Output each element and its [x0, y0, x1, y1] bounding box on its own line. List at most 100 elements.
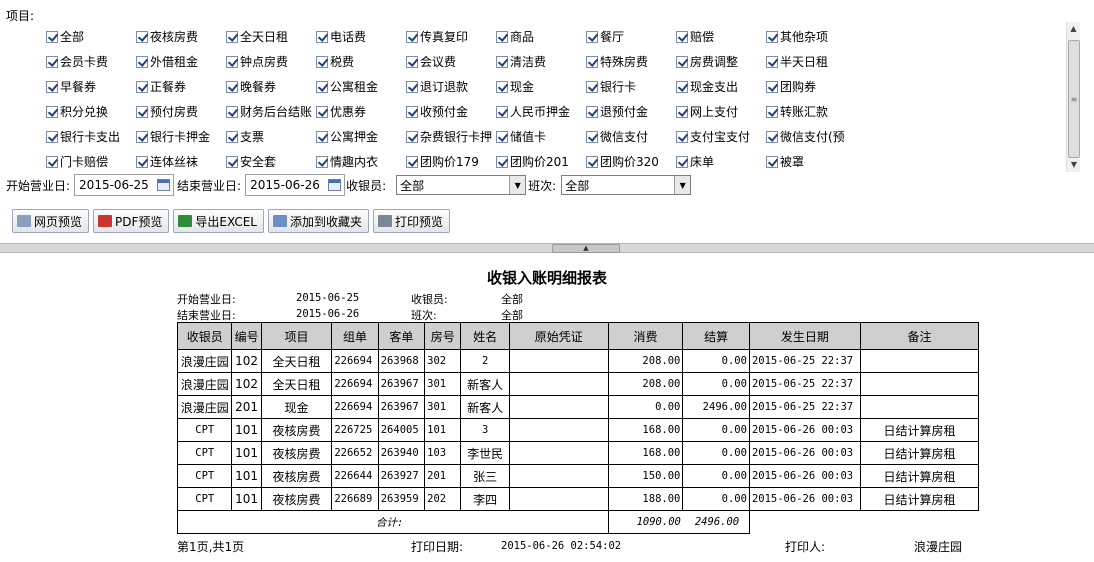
checkmark-icon[interactable]	[226, 130, 238, 143]
scroll-thumb[interactable]: ≡	[1068, 40, 1080, 158]
web-preview-button[interactable]: 网页预览	[12, 209, 90, 233]
checkmark-icon[interactable]	[226, 80, 238, 93]
item-checkbox[interactable]: 外借租金	[136, 49, 226, 74]
item-checkbox[interactable]: 正餐券	[136, 74, 226, 99]
item-checkbox[interactable]: 商品	[496, 24, 586, 49]
checkmark-icon[interactable]	[676, 155, 688, 168]
item-checkbox[interactable]: 团购价179	[406, 149, 496, 172]
checkmark-icon[interactable]	[766, 80, 778, 93]
checkmark-icon[interactable]	[586, 30, 598, 43]
checkmark-icon[interactable]	[46, 80, 58, 93]
item-checkbox[interactable]: 床单	[676, 149, 766, 172]
item-checkbox[interactable]: 现金	[496, 74, 586, 99]
item-checkbox[interactable]: 房费调整	[676, 49, 766, 74]
item-checkbox[interactable]: 钟点房费	[226, 49, 316, 74]
checkmark-icon[interactable]	[766, 155, 778, 168]
end-date-input[interactable]: 2015-06-26	[245, 174, 346, 196]
item-checkbox[interactable]: 支付宝支付	[676, 124, 766, 149]
checkmark-icon[interactable]	[406, 130, 418, 143]
checkmark-icon[interactable]	[46, 130, 58, 143]
checkmark-icon[interactable]	[676, 105, 688, 118]
collapse-up-icon[interactable]: ▲	[552, 244, 620, 253]
item-checkbox[interactable]: 支票	[226, 124, 316, 149]
item-checkbox[interactable]: 赔偿	[676, 24, 766, 49]
checkmark-icon[interactable]	[496, 105, 508, 118]
item-checkbox[interactable]: 连体丝袜	[136, 149, 226, 172]
item-checkbox[interactable]: 特殊房费	[586, 49, 676, 74]
item-checkbox[interactable]: 公寓租金	[316, 74, 406, 99]
item-checkbox[interactable]: 清洁费	[496, 49, 586, 74]
export-excel-button[interactable]: 导出EXCEL	[173, 209, 264, 233]
checkmark-icon[interactable]	[496, 55, 508, 68]
checkmark-icon[interactable]	[226, 105, 238, 118]
item-checkbox[interactable]: 积分兑换	[46, 99, 136, 124]
checkmark-icon[interactable]	[676, 130, 688, 143]
item-checkbox[interactable]: 传真复印	[406, 24, 496, 49]
item-checkbox[interactable]: 银行卡	[586, 74, 676, 99]
item-checkbox[interactable]: 门卡赔偿	[46, 149, 136, 172]
checkmark-icon[interactable]	[136, 55, 148, 68]
item-checkbox[interactable]: 微信支付(预	[766, 124, 856, 149]
item-checkbox[interactable]: 半天日租	[766, 49, 856, 74]
scroll-up-icon[interactable]: ▲	[1067, 22, 1080, 36]
cashier-select[interactable]: 全部 ▼	[396, 175, 527, 195]
item-checkbox[interactable]: 团购券	[766, 74, 856, 99]
item-checkbox[interactable]: 全天日租	[226, 24, 316, 49]
item-checkbox[interactable]: 税费	[316, 49, 406, 74]
checkmark-icon[interactable]	[226, 155, 238, 168]
item-checkbox[interactable]: 银行卡押金	[136, 124, 226, 149]
item-checkbox[interactable]: 其他杂项	[766, 24, 856, 49]
item-checkbox[interactable]: 预付房费	[136, 99, 226, 124]
pdf-preview-button[interactable]: PDF预览	[93, 209, 170, 233]
item-checkbox[interactable]: 网上支付	[676, 99, 766, 124]
shift-select[interactable]: 全部 ▼	[561, 175, 692, 195]
item-checkbox[interactable]: 公寓押金	[316, 124, 406, 149]
scroll-down-icon[interactable]: ▼	[1067, 158, 1081, 172]
checkmark-icon[interactable]	[496, 30, 508, 43]
item-checkbox[interactable]: 杂费银行卡押	[406, 124, 496, 149]
checkmark-icon[interactable]	[586, 105, 598, 118]
checkmark-icon[interactable]	[766, 55, 778, 68]
chevron-down-icon[interactable]: ▼	[674, 176, 691, 194]
print-preview-button[interactable]: 打印预览	[373, 209, 451, 233]
checkmark-icon[interactable]	[586, 130, 598, 143]
checkmark-icon[interactable]	[406, 55, 418, 68]
item-checkbox[interactable]: 退订退款	[406, 74, 496, 99]
item-checkbox[interactable]: 情趣内衣	[316, 149, 406, 172]
item-checkbox[interactable]: 会员卡费	[46, 49, 136, 74]
calendar-icon[interactable]	[157, 179, 171, 191]
checkmark-icon[interactable]	[136, 155, 148, 168]
checkmark-icon[interactable]	[316, 55, 328, 68]
item-checkbox[interactable]: 储值卡	[496, 124, 586, 149]
checkmark-icon[interactable]	[676, 30, 688, 43]
item-checkbox[interactable]: 夜核房费	[136, 24, 226, 49]
checkmark-icon[interactable]	[136, 30, 148, 43]
item-checkbox[interactable]: 晚餐券	[226, 74, 316, 99]
add-favorite-button[interactable]: 添加到收藏夹	[267, 209, 369, 233]
checkmark-icon[interactable]	[496, 80, 508, 93]
chevron-down-icon[interactable]: ▼	[509, 176, 526, 194]
checkmark-icon[interactable]	[226, 55, 238, 68]
checkmark-icon[interactable]	[46, 30, 58, 43]
checkmark-icon[interactable]	[316, 80, 328, 93]
item-checkbox[interactable]: 财务后台结账	[226, 99, 316, 124]
checkmark-icon[interactable]	[46, 105, 58, 118]
item-checkbox[interactable]: 团购价320	[586, 149, 676, 172]
checkmark-icon[interactable]	[46, 155, 58, 168]
checkmark-icon[interactable]	[406, 80, 418, 93]
panel-splitter[interactable]: ▲	[0, 243, 1094, 253]
checkmark-icon[interactable]	[316, 155, 328, 168]
item-checkbox[interactable]: 银行卡支出	[46, 124, 136, 149]
item-checkbox[interactable]: 微信支付	[586, 124, 676, 149]
checkmark-icon[interactable]	[406, 30, 418, 43]
checkmark-icon[interactable]	[406, 155, 418, 168]
checkmark-icon[interactable]	[46, 55, 58, 68]
checkmark-icon[interactable]	[676, 55, 688, 68]
item-checkbox[interactable]: 现金支出	[676, 74, 766, 99]
item-checkbox[interactable]: 团购价201	[496, 149, 586, 172]
calendar-icon[interactable]	[328, 179, 342, 191]
checkmark-icon[interactable]	[316, 105, 328, 118]
item-checkbox[interactable]: 优惠券	[316, 99, 406, 124]
checkmark-icon[interactable]	[406, 105, 418, 118]
checkmark-icon[interactable]	[316, 130, 328, 143]
